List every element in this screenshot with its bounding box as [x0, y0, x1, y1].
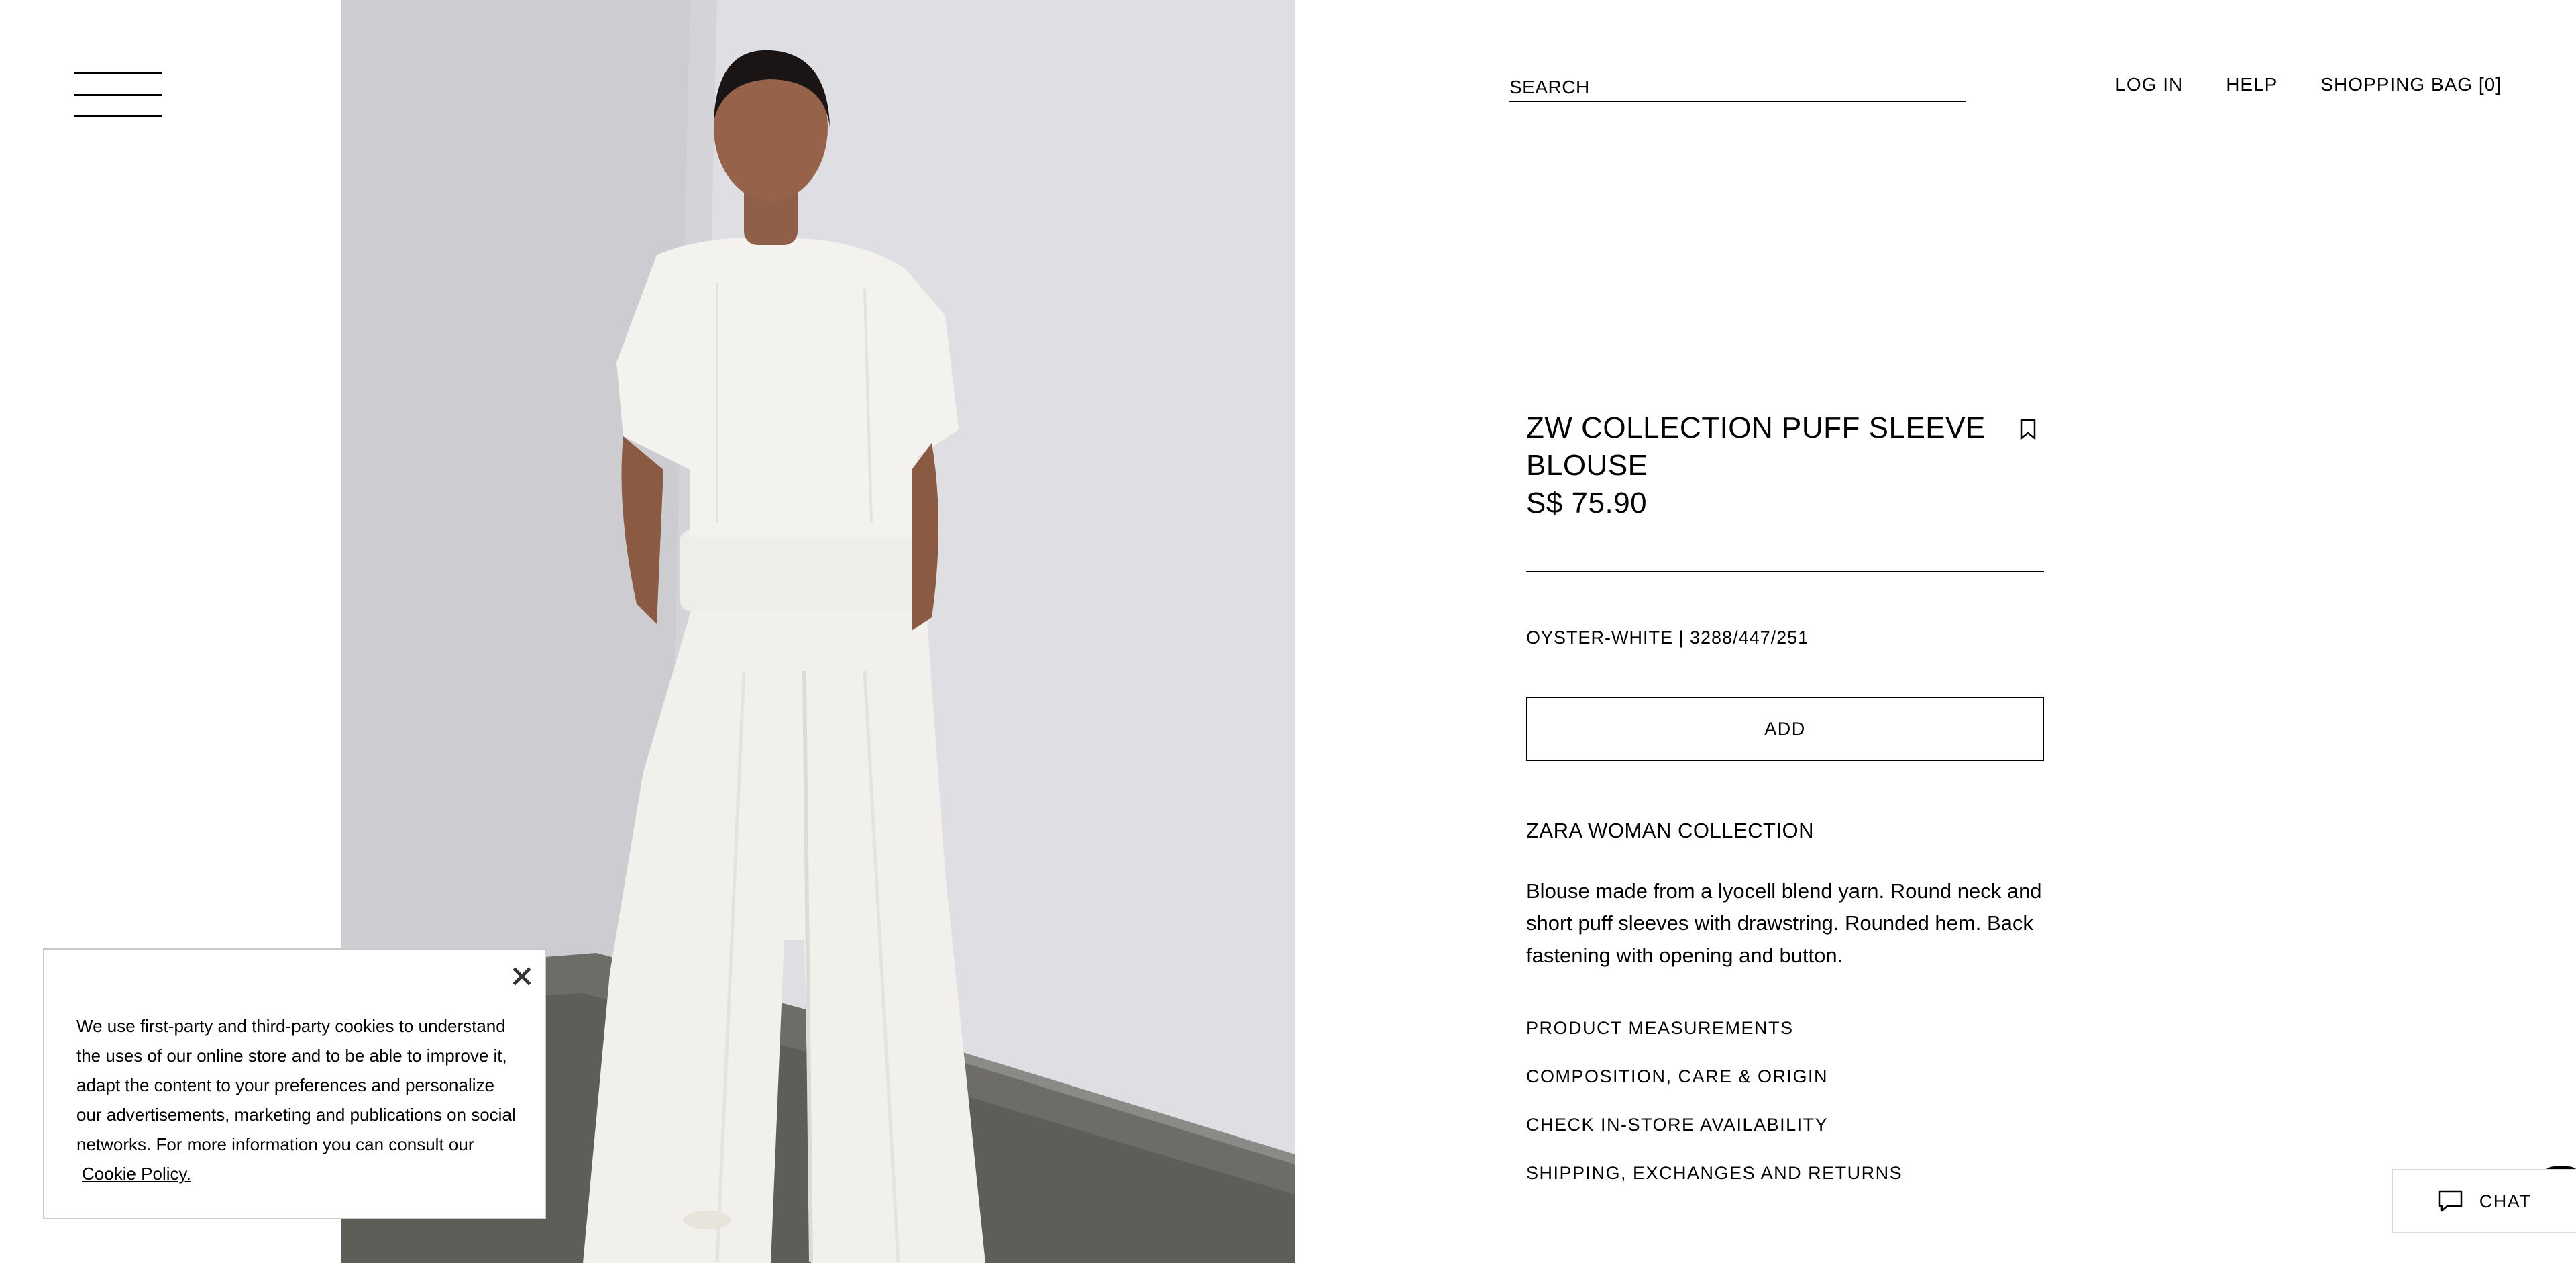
search-field[interactable]	[1509, 74, 1966, 102]
product-price: S$ 75.90	[1526, 487, 1648, 519]
menu-line	[74, 72, 162, 74]
login-link[interactable]: LOG IN	[2115, 74, 2183, 95]
menu-line	[74, 94, 162, 96]
product-measurements-link[interactable]: PRODUCT MEASUREMENTS	[1526, 1004, 2044, 1052]
shipping-exchanges-returns-link[interactable]: SHIPPING, EXCHANGES AND RETURNS	[1526, 1149, 2044, 1197]
check-in-store-availability-link[interactable]: CHECK IN-STORE AVAILABILITY	[1526, 1101, 2044, 1149]
bookmark-icon[interactable]	[2019, 419, 2037, 440]
cookie-policy-link[interactable]: Cookie Policy.	[82, 1159, 191, 1189]
cookie-banner: We use first-party and third-party cooki…	[43, 948, 546, 1219]
cookie-banner-text: We use first-party and third-party cooki…	[76, 1016, 516, 1154]
top-nav: LOG IN HELP SHOPPING BAG [0]	[2115, 74, 2502, 95]
chat-label: CHAT	[2479, 1191, 2532, 1211]
shopping-bag-link[interactable]: SHOPPING BAG [0]	[2320, 74, 2502, 95]
product-info: ZW COLLECTION PUFF SLEEVE BLOUSE S$ 75.9…	[1526, 409, 2044, 1197]
menu-line	[74, 115, 162, 117]
close-icon[interactable]	[508, 963, 535, 990]
composition-care-origin-link[interactable]: COMPOSITION, CARE & ORIGIN	[1526, 1052, 2044, 1101]
help-link[interactable]: HELP	[2226, 74, 2277, 95]
add-to-bag-button[interactable]: ADD	[1526, 697, 2044, 761]
divider	[1526, 571, 2044, 572]
product-details-links: PRODUCT MEASUREMENTS COMPOSITION, CARE &…	[1526, 1004, 2044, 1197]
chat-button[interactable]: CHAT	[2392, 1169, 2576, 1233]
collection-name: ZARA WOMAN COLLECTION	[1526, 819, 1815, 842]
chat-bubble-icon	[2438, 1190, 2462, 1212]
hamburger-menu-icon[interactable]	[74, 72, 162, 119]
search-input[interactable]	[1509, 74, 1966, 101]
product-title: ZW COLLECTION PUFF SLEEVE BLOUSE	[1526, 411, 1986, 482]
product-color-reference: OYSTER-WHITE | 3288/447/251	[1526, 627, 1809, 648]
product-description: Blouse made from a lyocell blend yarn. R…	[1526, 879, 2042, 967]
